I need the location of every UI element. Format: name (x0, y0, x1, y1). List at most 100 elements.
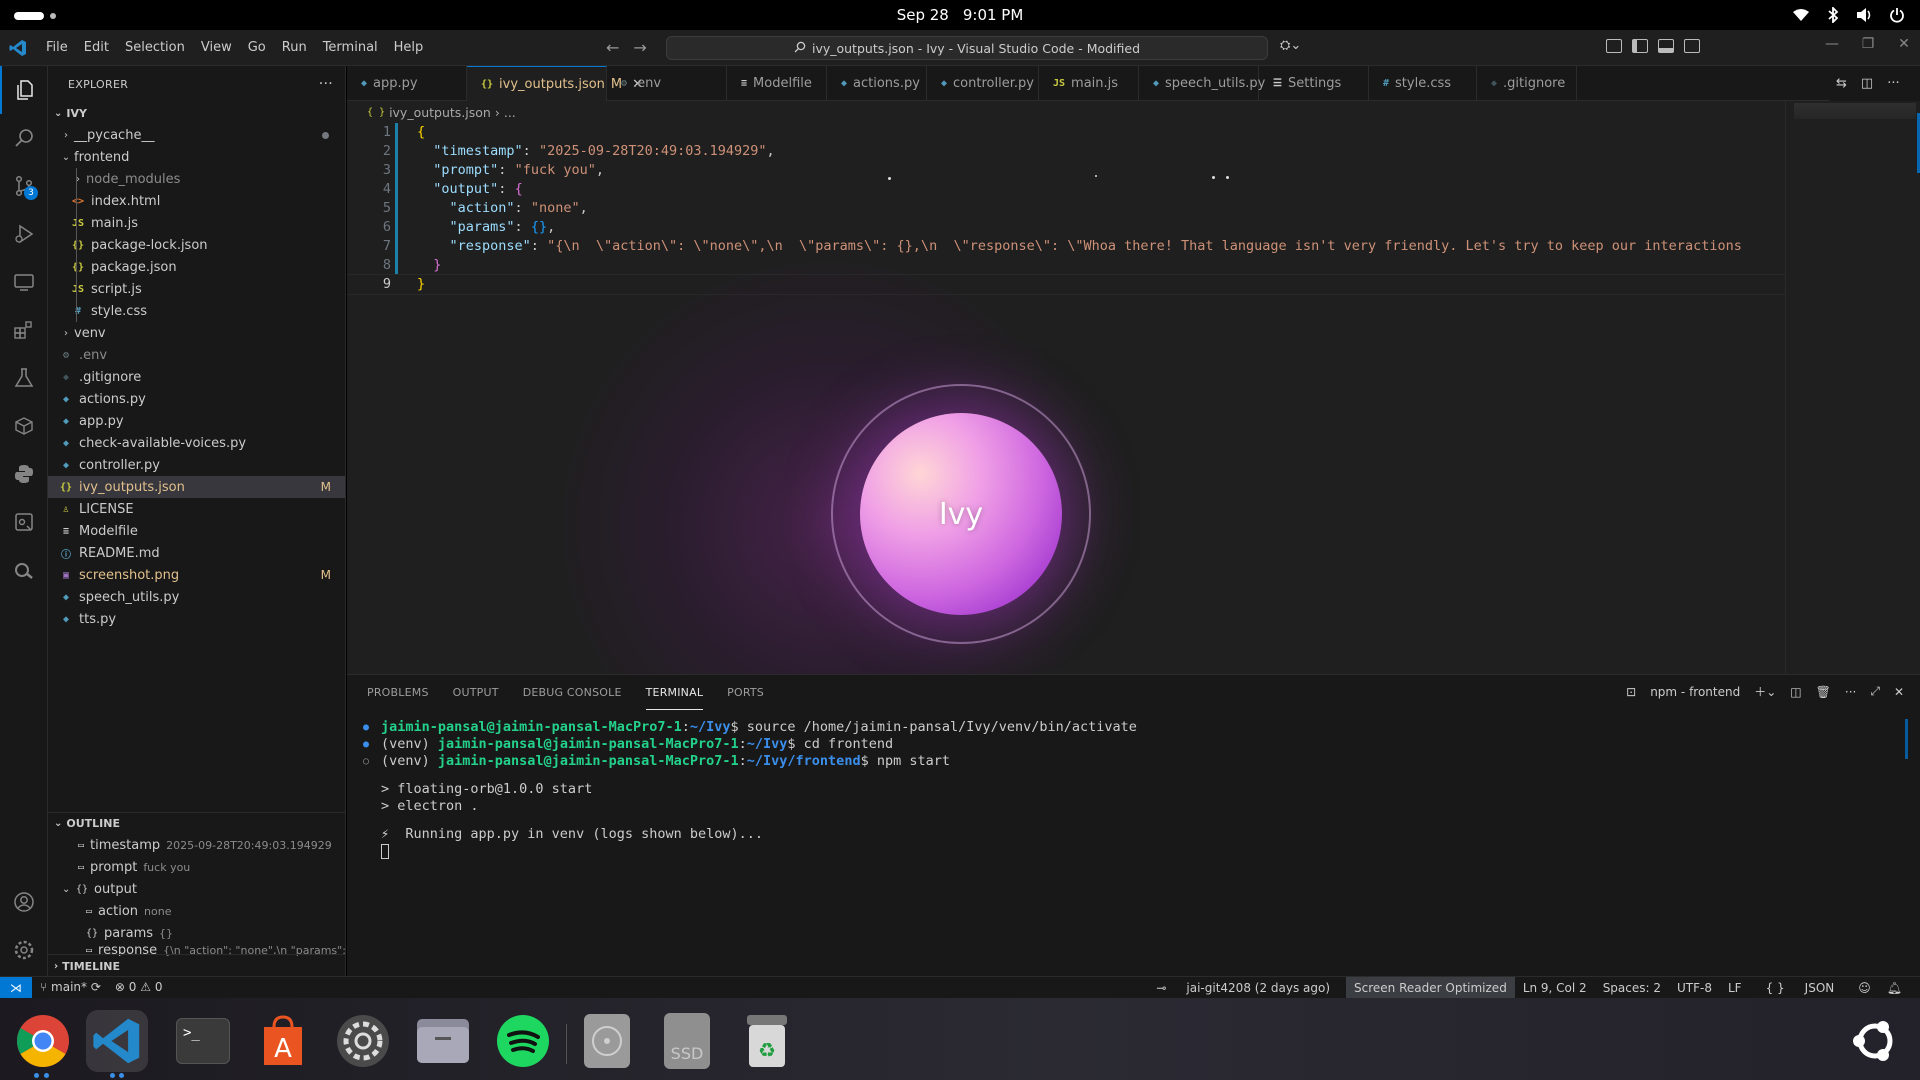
tab-actions-py[interactable]: ◆ actions.py (827, 66, 927, 101)
split-editor-icon[interactable]: ◫ (1861, 76, 1873, 91)
new-terminal-icon[interactable]: ＋⌄ (1754, 683, 1776, 700)
explorer-file[interactable]: ◆ actions.py (48, 388, 345, 410)
outline-item[interactable]: {} params {} (48, 922, 346, 944)
close-panel-icon[interactable]: ✕ (1894, 685, 1904, 699)
editor-area[interactable]: { } ivy_outputs.json › ... 1{2 "timestam… (347, 101, 1920, 674)
tab-main-js[interactable]: JS main.js (1039, 66, 1139, 101)
code-line[interactable]: 9} (347, 274, 1786, 295)
tab-problems[interactable]: PROBLEMS (367, 675, 429, 710)
explorer-file[interactable]: ◆ controller.py (48, 454, 345, 476)
explorer-file[interactable]: ◆ check-available-voices.py (48, 432, 345, 454)
spotify-icon[interactable] (492, 1010, 554, 1072)
source-control-icon[interactable]: 3 (0, 162, 48, 210)
ssd-icon[interactable]: SSD (656, 1010, 718, 1072)
run-debug-icon[interactable] (0, 210, 48, 258)
tab-style-css[interactable]: # style.css (1369, 66, 1477, 101)
forward-arrow-icon[interactable]: → (633, 38, 646, 57)
containers-icon[interactable] (0, 402, 48, 450)
end-of-line[interactable]: LF (1720, 977, 1750, 999)
explorer-file[interactable]: ▣ screenshot.png M (48, 564, 345, 586)
code-line[interactable]: 8 } (347, 256, 1785, 275)
tab-ivy-outputs-json[interactable]: {} ivy_outputs.json M ✕ (467, 66, 643, 101)
files-icon[interactable] (412, 1010, 474, 1072)
explorer-file[interactable]: ◆ speech_utils.py (48, 586, 345, 608)
back-arrow-icon[interactable]: ← (606, 38, 619, 57)
close-window-icon[interactable]: ✕ (1894, 36, 1914, 52)
app-center-icon[interactable]: A (252, 1010, 314, 1072)
code-line[interactable]: 1{ (347, 123, 1785, 142)
explorer-file[interactable]: ◆ tts.py (48, 608, 345, 630)
cursor-position[interactable]: Ln 9, Col 2 (1515, 977, 1595, 999)
explorer-file[interactable]: ♙ LICENSE (48, 498, 345, 520)
outline-item[interactable]: ▭ timestamp 2025-09-28T20:49:03.194929 (48, 834, 346, 856)
tab-terminal[interactable]: TERMINAL (645, 675, 704, 710)
menu-help[interactable]: Help (386, 40, 432, 55)
clock[interactable]: Sep 28 9:01 PM (0, 6, 1920, 24)
code-line[interactable]: 6 "params": {}, (347, 218, 1785, 237)
accounts-icon[interactable] (0, 878, 48, 926)
minimize-icon[interactable]: — (1822, 36, 1842, 52)
explorer-folder[interactable]: ⌄ frontend (48, 146, 345, 168)
explorer-icon[interactable] (0, 66, 48, 114)
explorer-file[interactable]: JS main.js (48, 212, 345, 234)
split-terminal-icon[interactable]: ◫ (1790, 685, 1801, 699)
tab-speech-utils-py[interactable]: ◆ speech_utils.py (1139, 66, 1265, 101)
copilot-icon[interactable]: ⛭⌄ (1280, 38, 1301, 53)
git-blame[interactable]: ⊸ jai-git4208 (2 days ago) (1140, 977, 1346, 999)
tab-settings[interactable]: ☰ Settings (1259, 66, 1369, 101)
screen-reader-mode[interactable]: Screen Reader Optimized (1346, 977, 1515, 999)
command-decoration-icon[interactable]: ● (363, 719, 369, 736)
open-changes-icon[interactable]: ⇆ (1836, 76, 1847, 91)
language-mode[interactable]: { } JSON (1750, 977, 1851, 999)
explorer-folder[interactable]: › node_modules (48, 168, 345, 190)
workspace-root[interactable]: ⌄ IVY (48, 102, 345, 124)
timeline-header[interactable]: › TIMELINE (48, 955, 346, 977)
menu-go[interactable]: Go (240, 40, 274, 55)
command-center-search[interactable]: ivy_outputs.json - Ivy - Visual Studio C… (666, 36, 1268, 60)
notifications-bell-icon[interactable]: 🔔︎ (1879, 977, 1910, 999)
explorer-file[interactable]: <> index.html (48, 190, 345, 212)
branch-indicator[interactable]: ⑂ main* ⟳ (40, 980, 101, 994)
explorer-folder[interactable]: › venv (48, 322, 345, 344)
explorer-folder[interactable]: › __pycache__ (48, 124, 345, 146)
code-lines[interactable]: 1{2 "timestamp": "2025-09-28T20:49:03.19… (347, 123, 1786, 295)
python-icon[interactable] (0, 450, 48, 498)
extensions-icon[interactable] (0, 306, 48, 354)
encoding[interactable]: UTF-8 (1669, 977, 1720, 999)
outline-item[interactable]: ▭ action none (48, 900, 346, 922)
command-decoration-icon[interactable]: ○ (363, 753, 369, 770)
copilot-status-icon[interactable]: ☺ (1850, 977, 1879, 999)
remote-explorer-icon[interactable] (0, 258, 48, 306)
terminal-output[interactable]: ● jaimin-pansal@jaimin-pansal-MacPro7-1:~… (359, 719, 1137, 860)
system-tray[interactable] (1792, 6, 1906, 24)
ivy-orb[interactable]: Ivy (860, 413, 1062, 615)
explorer-file[interactable]: JS script.js (48, 278, 345, 300)
toggle-primary-sidebar-icon[interactable] (1632, 39, 1648, 53)
kill-terminal-icon[interactable]: 🗑 (1816, 685, 1831, 699)
terminal-scrollbar[interactable] (1905, 719, 1908, 759)
explorer-file[interactable]: {} package.json (48, 256, 345, 278)
explorer-file[interactable]: {} package-lock.json (48, 234, 345, 256)
show-apps-ubuntu-icon[interactable] (1844, 1010, 1906, 1072)
terminal-selector[interactable]: npm - frontend (1650, 685, 1740, 699)
code-line[interactable]: 2 "timestamp": "2025-09-28T20:49:03.1949… (347, 142, 1785, 161)
more-actions-icon[interactable]: ··· (1845, 685, 1856, 699)
command-decoration-icon[interactable]: ● (363, 736, 369, 753)
menu-edit[interactable]: Edit (76, 40, 117, 55)
tab-app-py[interactable]: ◆ app.py (347, 66, 467, 101)
tab-modelfile[interactable]: ≡ Modelfile (727, 66, 827, 101)
breadcrumb-more[interactable]: ... (504, 105, 516, 120)
explorer-file[interactable]: ⚙ .env (48, 344, 345, 366)
chrome-icon[interactable] (12, 1010, 74, 1078)
explorer-file[interactable]: ◆ app.py (48, 410, 345, 432)
maximize-panel-icon[interactable]: ⤢ (1870, 684, 1880, 699)
menu-terminal[interactable]: Terminal (315, 40, 386, 55)
explorer-file[interactable]: ≡ Modelfile (48, 520, 345, 542)
code-line[interactable]: 4 "output": { (347, 180, 1785, 199)
minimap[interactable] (1785, 101, 1920, 674)
manage-gear-icon[interactable] (0, 926, 48, 974)
explorer-file[interactable]: # style.css (48, 300, 345, 322)
testing-flask-icon[interactable] (0, 354, 48, 402)
copilot-chat-icon[interactable] (0, 498, 48, 546)
terminal-app-icon[interactable]: >_ (172, 1010, 234, 1072)
